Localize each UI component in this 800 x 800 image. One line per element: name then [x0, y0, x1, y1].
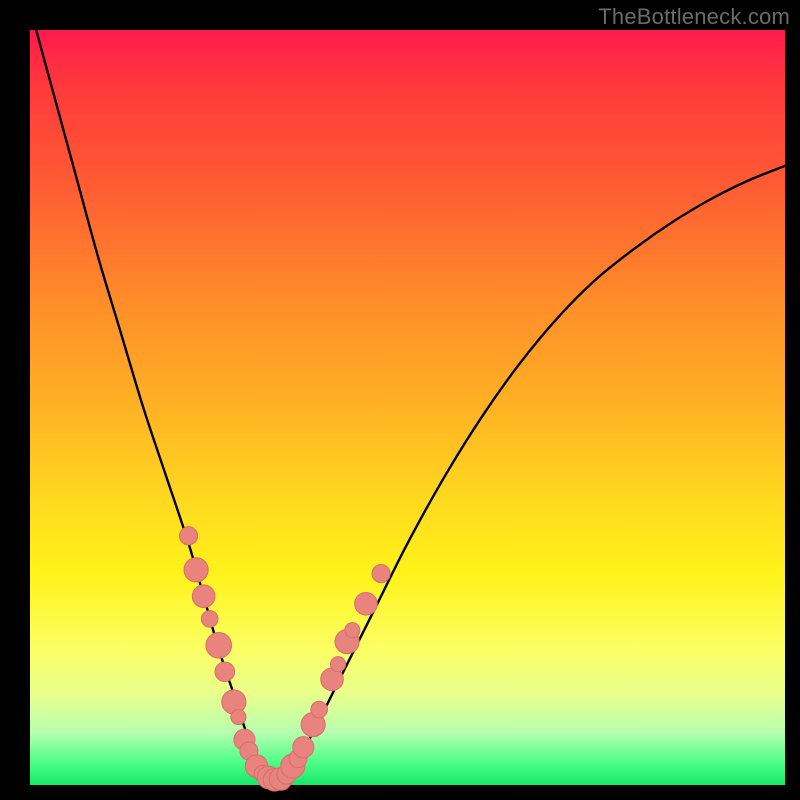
- data-marker: [311, 701, 328, 718]
- data-marker: [206, 633, 232, 659]
- data-marker: [372, 565, 390, 583]
- data-marker: [231, 710, 246, 725]
- bottleneck-curve: [30, 7, 785, 779]
- data-marker: [330, 657, 345, 672]
- chart-frame: TheBottleneck.com: [0, 0, 800, 800]
- data-marker: [215, 662, 235, 682]
- data-marker: [192, 585, 215, 608]
- data-marker: [345, 623, 360, 638]
- plot-area: [30, 30, 785, 785]
- data-marker: [179, 527, 197, 545]
- curve-svg: [30, 30, 785, 785]
- watermark-text: TheBottleneck.com: [598, 4, 790, 30]
- data-markers: [179, 527, 390, 791]
- data-marker: [293, 737, 314, 758]
- data-marker: [201, 611, 218, 628]
- data-marker: [355, 592, 378, 615]
- data-marker: [184, 558, 208, 582]
